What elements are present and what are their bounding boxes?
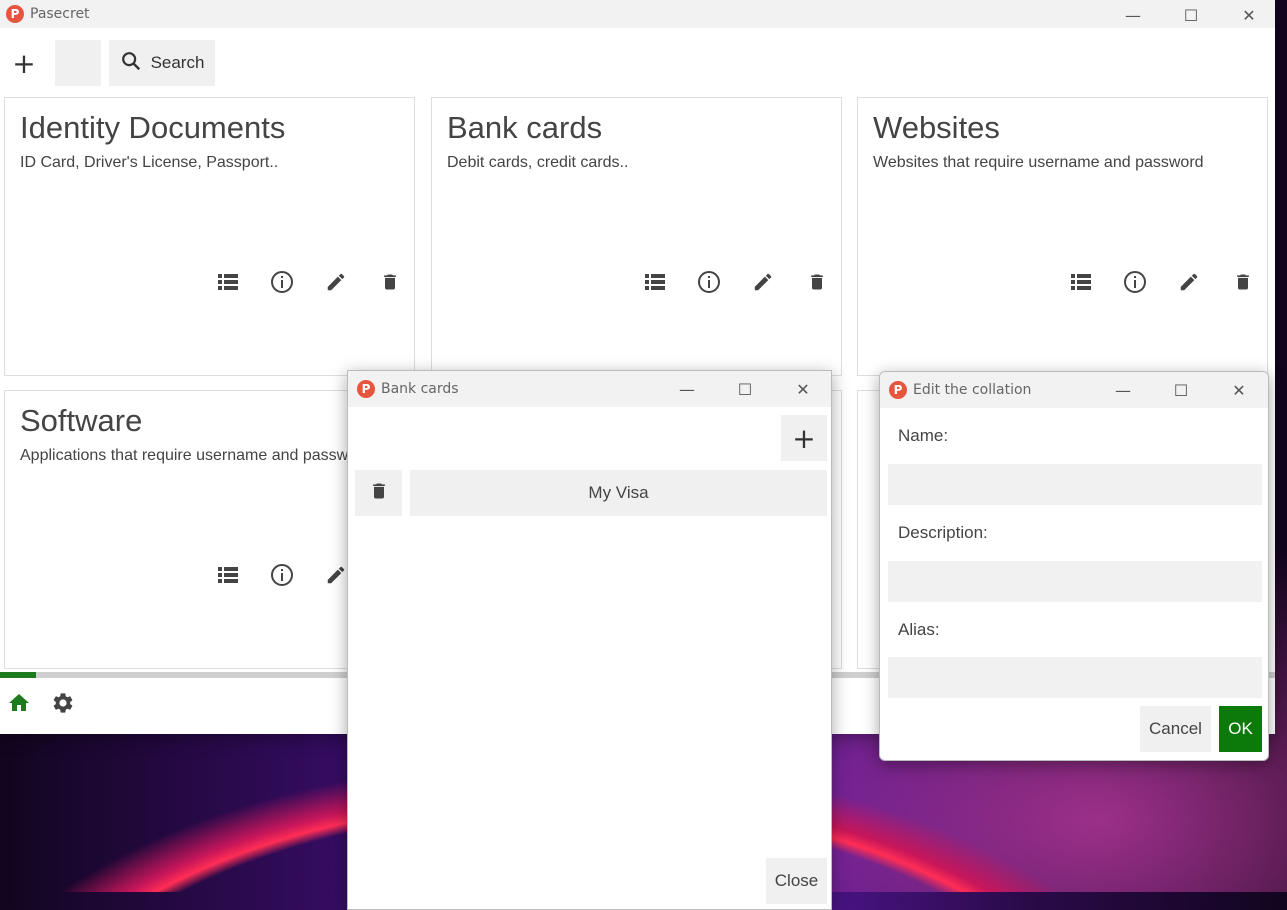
cancel-button[interactable]: Cancel — [1140, 706, 1211, 752]
pasecret-logo-icon: P — [889, 381, 907, 399]
minimize-button[interactable]: — — [1104, 6, 1162, 25]
blank-toolbar-button[interactable] — [55, 40, 101, 86]
main-toolbar: + Search — [0, 32, 1275, 92]
alias-field[interactable] — [888, 657, 1262, 698]
card-title: Websites — [873, 110, 1000, 145]
add-collection-button[interactable]: + — [6, 40, 42, 86]
edit-titlebar: P Edit the collation — ☐ ✕ — [880, 372, 1268, 408]
home-icon[interactable] — [7, 691, 31, 719]
minimize-button[interactable]: — — [1094, 381, 1152, 400]
progress-fill — [0, 672, 36, 678]
settings-icon[interactable] — [51, 691, 75, 719]
pasecret-logo-icon: P — [357, 380, 375, 398]
delete-icon — [369, 480, 389, 506]
close-button[interactable]: ✕ — [1210, 381, 1268, 400]
card-description: Websites that require username and passw… — [873, 154, 1204, 171]
search-icon — [120, 50, 142, 76]
ok-label: OK — [1228, 719, 1253, 738]
main-titlebar: P Pasecret — ☐ ✕ — [0, 0, 1275, 28]
delete-icon[interactable] — [378, 270, 402, 294]
minimize-button[interactable]: — — [658, 380, 716, 399]
collection-card-bank[interactable]: Bank cards Debit cards, credit cards.. — [431, 97, 842, 376]
add-label: + — [12, 46, 36, 80]
edit-dialog-title: Edit the collation — [913, 382, 1032, 398]
edit-icon[interactable] — [324, 563, 348, 587]
card-description: Debit cards, credit cards.. — [447, 154, 629, 171]
list-icon[interactable] — [643, 270, 667, 294]
info-icon[interactable] — [270, 270, 294, 294]
maximize-button[interactable]: ☐ — [1152, 381, 1210, 400]
cancel-label: Cancel — [1149, 719, 1202, 738]
close-button[interactable]: ✕ — [774, 380, 832, 399]
search-button[interactable]: Search — [109, 40, 215, 86]
close-label: Close — [774, 871, 819, 890]
list-icon[interactable] — [216, 270, 240, 294]
item-label: My Visa — [588, 483, 649, 502]
item-open-button[interactable]: My Visa — [410, 470, 827, 516]
card-title: Bank cards — [447, 110, 603, 145]
edit-collation-dialog: P Edit the collation — ☐ ✕ Name: Descrip… — [879, 371, 1269, 761]
name-label: Name: — [898, 426, 949, 445]
info-icon[interactable] — [270, 563, 294, 587]
name-field[interactable] — [888, 464, 1262, 505]
collection-card-websites[interactable]: Websites Websites that require username … — [857, 97, 1268, 376]
list-icon[interactable] — [216, 563, 240, 587]
edit-icon[interactable] — [751, 270, 775, 294]
add-label: + — [792, 421, 816, 455]
card-title: Software — [20, 403, 143, 438]
ok-button[interactable]: OK — [1219, 706, 1262, 752]
edit-icon[interactable] — [1177, 270, 1201, 294]
collection-card-identity[interactable]: Identity Documents ID Card, Driver's Lic… — [4, 97, 415, 376]
maximize-button[interactable]: ☐ — [716, 380, 774, 399]
description-field[interactable] — [888, 561, 1262, 602]
maximize-button[interactable]: ☐ — [1162, 6, 1220, 25]
edit-icon[interactable] — [324, 270, 348, 294]
close-dialog-button[interactable]: Close — [766, 858, 827, 904]
delete-icon[interactable] — [805, 270, 829, 294]
card-description: ID Card, Driver's License, Passport.. — [20, 154, 279, 171]
add-item-button[interactable]: + — [781, 415, 827, 461]
card-description: Applications that require username and p… — [20, 447, 372, 464]
search-label: Search — [150, 53, 205, 72]
delete-item-button[interactable] — [355, 470, 402, 516]
bank-titlebar: P Bank cards — ☐ ✕ — [348, 371, 831, 407]
close-button[interactable]: ✕ — [1220, 6, 1278, 25]
description-label: Description: — [898, 523, 988, 542]
main-window-title: Pasecret — [30, 6, 90, 22]
list-item: My Visa — [355, 470, 827, 516]
alias-label: Alias: — [898, 620, 940, 639]
pasecret-logo-icon: P — [6, 5, 24, 23]
list-icon[interactable] — [1069, 270, 1093, 294]
delete-icon[interactable] — [1231, 270, 1255, 294]
card-title: Identity Documents — [20, 110, 286, 145]
bank-window-title: Bank cards — [381, 381, 459, 397]
bank-cards-window: P Bank cards — ☐ ✕ + My Visa Close — [347, 370, 832, 910]
info-icon[interactable] — [697, 270, 721, 294]
info-icon[interactable] — [1123, 270, 1147, 294]
